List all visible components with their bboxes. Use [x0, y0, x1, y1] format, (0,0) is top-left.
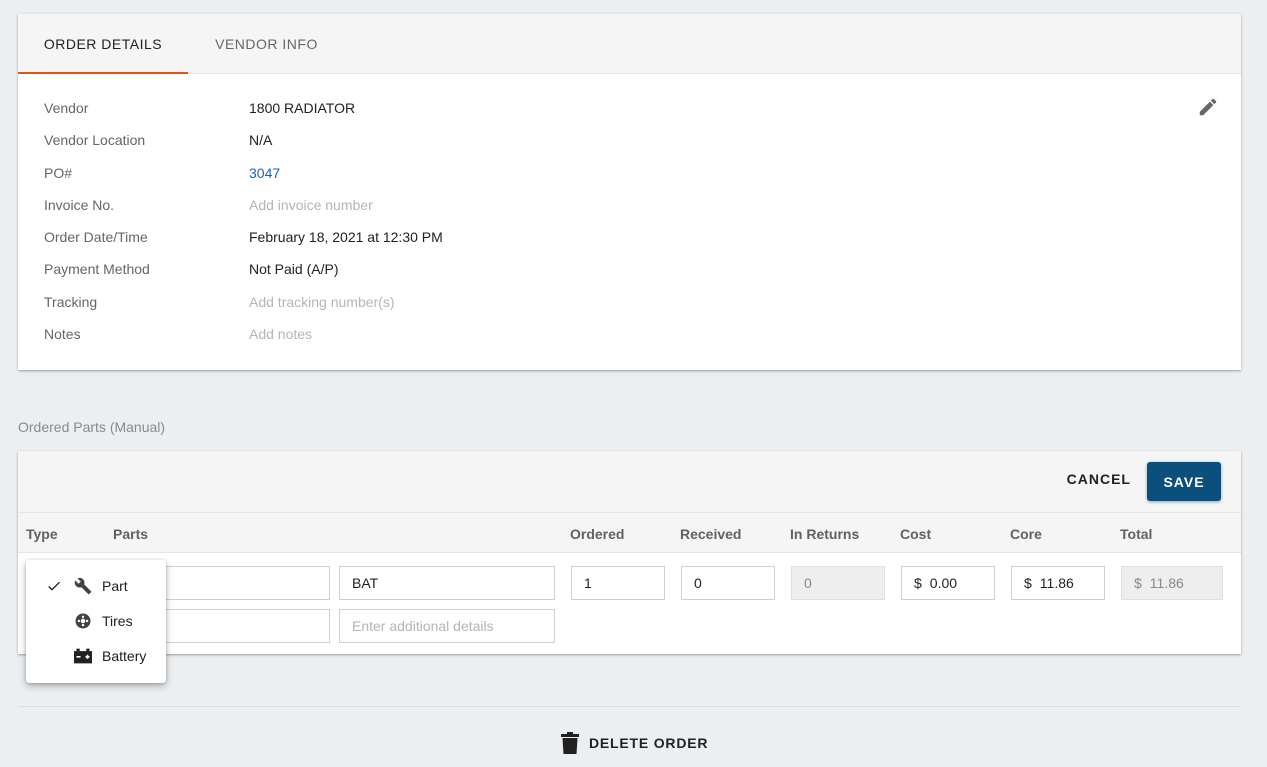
invoice-field[interactable]: Add invoice number: [249, 197, 373, 213]
vendor-location-label: Vendor Location: [44, 132, 146, 149]
cost-input[interactable]: $ 0.00: [901, 566, 995, 600]
currency-symbol: $: [914, 575, 922, 591]
menu-item-label: Battery: [102, 647, 147, 664]
tab-vendor-info[interactable]: VENDOR INFO: [188, 14, 345, 74]
currency-symbol: $: [1134, 575, 1142, 591]
invoice-label: Invoice No.: [44, 196, 115, 213]
menu-item-label: Part: [102, 577, 128, 594]
column-core: Core: [1010, 526, 1042, 542]
core-value: 11.86: [1039, 575, 1074, 591]
in-returns-field: 0: [791, 566, 885, 600]
detail-row-location: Vendor Location N/A: [44, 132, 443, 164]
vendor-location-value: N/A: [249, 132, 273, 149]
cost-value: 0.00: [929, 575, 958, 591]
menu-item-battery[interactable]: Battery: [26, 638, 166, 673]
column-cost: Cost: [900, 526, 932, 542]
type-menu: Part Tires Battery: [26, 560, 166, 683]
parts-toolbar: CANCEL SAVE: [18, 451, 1241, 513]
detail-row-date: Order Date/Time February 18, 2021 at 12:…: [44, 229, 443, 261]
tire-icon: [73, 611, 93, 631]
part-number-input[interactable]: [153, 566, 330, 600]
tab-bar: ORDER DETAILS VENDOR INFO: [18, 14, 1241, 74]
tab-order-details[interactable]: ORDER DETAILS: [18, 14, 188, 74]
pencil-icon: [1199, 98, 1217, 116]
detail-row-notes: Notes Add notes: [44, 326, 443, 358]
notes-field[interactable]: Add notes: [249, 326, 312, 342]
additional-details-input[interactable]: Enter additional details: [339, 609, 555, 643]
delete-order-label: DELETE ORDER: [589, 735, 709, 751]
column-received: Received: [680, 526, 742, 542]
ordered-qty-input[interactable]: 1: [571, 566, 665, 600]
wrench-icon: [73, 576, 93, 596]
menu-item-tires[interactable]: Tires: [26, 603, 166, 638]
payment-method-value: Not Paid (A/P): [249, 261, 339, 278]
detail-row-tracking: Tracking Add tracking number(s): [44, 294, 443, 326]
divider: [18, 706, 1241, 707]
column-total: Total: [1120, 526, 1153, 542]
battery-icon: [73, 646, 93, 666]
po-label: PO#: [44, 164, 73, 181]
column-parts: Parts: [113, 526, 149, 542]
order-details-list: Vendor 1800 RADIATOR Vendor Location N/A…: [44, 100, 443, 358]
detail-row-po: PO# 3047: [44, 165, 443, 197]
order-details-card: ORDER DETAILS VENDOR INFO Vendor 1800 RA…: [18, 14, 1241, 370]
delete-order-button[interactable]: DELETE ORDER: [561, 730, 708, 756]
notes-label: Notes: [44, 326, 81, 343]
detail-row-payment: Payment Method Not Paid (A/P): [44, 261, 443, 293]
menu-item-label: Tires: [102, 612, 133, 629]
po-link[interactable]: 3047: [249, 165, 280, 181]
edit-button[interactable]: [1195, 94, 1221, 120]
ordered-parts-card: CANCEL SAVE Type Parts Ordered Received …: [18, 451, 1241, 654]
core-input[interactable]: $ 11.86: [1011, 566, 1105, 600]
cancel-button[interactable]: CANCEL: [1067, 471, 1131, 487]
order-date-label: Order Date/Time: [44, 229, 148, 246]
check-icon: [48, 581, 60, 591]
total-value: 11.86: [1149, 575, 1184, 591]
column-ordered: Ordered: [570, 526, 625, 542]
detail-row-vendor: Vendor 1800 RADIATOR: [44, 100, 443, 132]
column-type: Type: [26, 526, 58, 542]
ordered-parts-heading: Ordered Parts (Manual): [18, 419, 166, 435]
tracking-field[interactable]: Add tracking number(s): [249, 294, 395, 310]
payment-method-label: Payment Method: [44, 261, 150, 278]
detail-row-invoice: Invoice No. Add invoice number: [44, 197, 443, 229]
received-qty-input[interactable]: 0: [681, 566, 775, 600]
currency-symbol: $: [1024, 575, 1032, 591]
parts-table-header: Type Parts Ordered Received In Returns C…: [18, 513, 1241, 553]
vendor-label: Vendor: [44, 100, 89, 116]
column-in-returns: In Returns: [790, 526, 860, 542]
order-date-value: February 18, 2021 at 12:30 PM: [249, 229, 443, 246]
total-field: $ 11.86: [1121, 566, 1223, 600]
tracking-label: Tracking: [44, 293, 98, 310]
vendor-value: 1800 RADIATOR: [249, 100, 356, 116]
part-name-input[interactable]: BAT: [339, 566, 555, 600]
part-extra-input[interactable]: [153, 609, 330, 643]
menu-item-part[interactable]: Part: [26, 568, 166, 603]
save-button[interactable]: SAVE: [1147, 462, 1221, 501]
trash-icon: [561, 732, 579, 754]
